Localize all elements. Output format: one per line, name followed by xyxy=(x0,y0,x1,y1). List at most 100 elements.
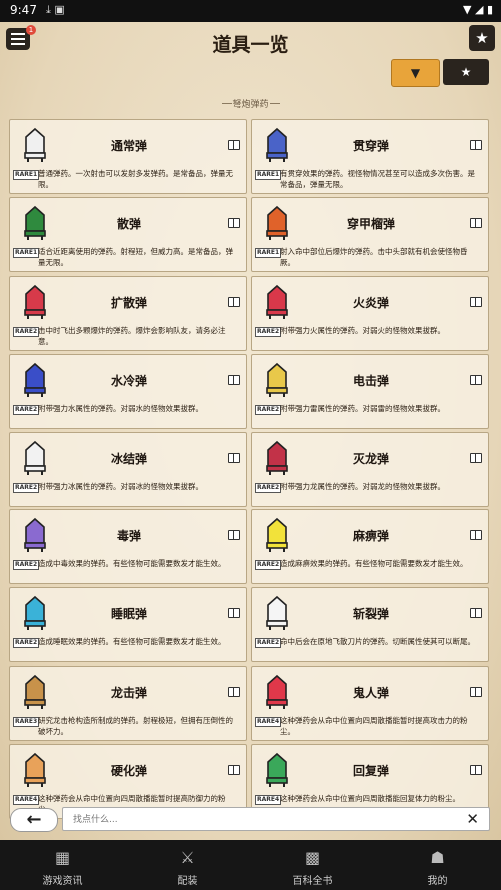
search-input[interactable] xyxy=(71,811,455,829)
item-description: 造成中毒效果的弹药。有些怪物可能需要数发才能生效。 xyxy=(38,559,226,568)
tab-label: 配装 xyxy=(177,876,198,887)
rarity-badge: RARE2 xyxy=(255,405,282,415)
bottom-tab-bar: ▦ 游戏资讯 ⚔ 配装 ▩ 百科全书 ☗ 我的 xyxy=(0,840,501,890)
book-icon[interactable] xyxy=(228,530,240,540)
favorite-filter-button[interactable]: ★ xyxy=(443,59,489,85)
section-header: 弩炮弹药 xyxy=(0,96,501,110)
item-name: 通常弹 xyxy=(110,139,147,153)
item-description: 射入命中部位后爆炸的弹药。击中头部就有机会使怪物昏厥。 xyxy=(280,247,468,267)
loadout-icon: ⚔ xyxy=(180,848,195,867)
favorites-button[interactable]: ★ xyxy=(469,25,495,51)
item-card[interactable]: 冰结弹 RARE2 附带强力冰属性的弹药。对弱冰的怪物效果拔群。 xyxy=(9,432,247,507)
book-icon[interactable] xyxy=(228,375,240,385)
divider xyxy=(270,103,280,104)
item-name: 电击弹 xyxy=(352,374,389,388)
item-description: 附带强力龙属性的弹药。对弱龙的怪物效果拔群。 xyxy=(280,482,445,491)
item-description: 普通弹药。一次射击可以发射多发弹药。是常备品，弹量无限。 xyxy=(38,169,233,189)
book-icon[interactable] xyxy=(228,453,240,463)
item-description: 命中后会在原地飞散刀片的弹药。切断属性使其可以断尾。 xyxy=(280,637,475,646)
book-icon[interactable] xyxy=(228,297,240,307)
book-icon[interactable] xyxy=(228,218,240,228)
book-icon[interactable] xyxy=(470,687,482,697)
rarity-badge: RARE2 xyxy=(13,405,40,415)
item-name: 扩散弹 xyxy=(110,296,147,310)
tab-profile[interactable]: ☗ 我的 xyxy=(375,840,500,890)
item-card[interactable]: 毒弹 RARE2 造成中毒效果的弹药。有些怪物可能需要数发才能生效。 xyxy=(9,509,247,584)
page: 1 道具一览 ★ ▼ ★ 弩炮弹药 通常弹 RARE1 普通弹药。一次射击可以发射多… xyxy=(0,22,501,840)
book-icon[interactable] xyxy=(470,297,482,307)
filter-button[interactable]: ▼ xyxy=(391,59,440,87)
page-title: 道具一览 xyxy=(212,34,289,56)
status-time: 9:47 xyxy=(10,3,37,17)
item-card[interactable]: 扩散弹 RARE2 击中时飞出多颗爆炸的弹药。爆炸会影响队友，请务必注意。 xyxy=(9,276,247,351)
section-label: 弩炮弹药 xyxy=(232,100,269,110)
item-card[interactable]: 电击弹 RARE2 附带强力雷属性的弹药。对弱雷的怪物效果拔群。 xyxy=(251,354,489,429)
item-card[interactable]: 水冷弹 RARE2 附带强力水属性的弹药。对弱水的怪物效果拔群。 xyxy=(9,354,247,429)
rarity-badge: RARE2 xyxy=(255,560,282,570)
tab-news[interactable]: ▦ 游戏资讯 xyxy=(0,840,125,890)
rarity-badge: RARE2 xyxy=(255,638,282,648)
book-icon[interactable] xyxy=(470,608,482,618)
item-card[interactable]: 睡眠弹 RARE2 造成睡眠效果的弹药。有些怪物可能需要数发才能生效。 xyxy=(9,587,247,662)
news-icon: ▦ xyxy=(54,848,71,867)
book-icon[interactable] xyxy=(470,453,482,463)
item-card[interactable]: 灭龙弹 RARE2 附带强力龙属性的弹药。对弱龙的怪物效果拔群。 xyxy=(251,432,489,507)
item-name: 贯穿弹 xyxy=(352,139,389,153)
item-card[interactable]: 斩裂弹 RARE2 命中后会在原地飞散刀片的弹药。切断属性使其可以断尾。 xyxy=(251,587,489,662)
rarity-badge: RARE2 xyxy=(255,327,282,337)
book-icon[interactable] xyxy=(470,140,482,150)
item-name: 水冷弹 xyxy=(110,374,147,388)
system-icons: ▼ ◢ ▮ xyxy=(463,3,493,16)
clear-icon[interactable]: ✕ xyxy=(466,810,479,828)
book-icon[interactable] xyxy=(228,608,240,618)
search-box[interactable]: ✕ xyxy=(62,807,490,831)
book-icon[interactable] xyxy=(470,375,482,385)
rarity-badge: RARE2 xyxy=(13,560,40,570)
tab-loadout[interactable]: ⚔ 配装 xyxy=(125,840,250,890)
book-icon[interactable] xyxy=(228,140,240,150)
rarity-badge: RARE1 xyxy=(13,170,40,180)
item-description: 研究龙击枪构造所制成的弹药。射程极短，但拥有压倒性的破坏力。 xyxy=(38,716,233,736)
rarity-badge: RARE2 xyxy=(13,483,40,493)
item-name: 火炎弹 xyxy=(352,296,389,310)
item-name: 穿甲榴弹 xyxy=(346,217,395,231)
notification-icons: ⤓ ▣ xyxy=(46,3,65,16)
item-name: 斩裂弹 xyxy=(352,607,389,621)
rarity-badge: RARE2 xyxy=(13,327,40,337)
item-card[interactable]: 龙击弹 RARE3 研究龙击枪构造所制成的弹药。射程极短，但拥有压倒性的破坏力。 xyxy=(9,666,247,741)
item-name: 硬化弹 xyxy=(110,764,147,778)
book-icon[interactable] xyxy=(470,218,482,228)
tab-label: 游戏资讯 xyxy=(42,876,83,887)
item-description: 附带强力水属性的弹药。对弱水的怪物效果拔群。 xyxy=(38,404,203,413)
item-name: 回复弹 xyxy=(352,764,389,778)
book-icon[interactable] xyxy=(470,765,482,775)
tab-encyclopedia[interactable]: ▩ 百科全书 xyxy=(250,840,375,890)
item-description: 附带强力火属性的弹药。对弱火的怪物效果拔群。 xyxy=(280,326,445,335)
item-description: 击中时飞出多颗爆炸的弹药。爆炸会影响队友，请务必注意。 xyxy=(38,326,226,346)
item-card[interactable]: 通常弹 RARE1 普通弹药。一次射击可以发射多发弹药。是常备品，弹量无限。 xyxy=(9,119,247,194)
item-card[interactable]: 穿甲榴弹 RARE1 射入命中部位后爆炸的弹药。击中头部就有机会使怪物昏厥。 xyxy=(251,197,489,272)
rarity-badge: RARE1 xyxy=(255,170,282,180)
book-icon[interactable] xyxy=(470,530,482,540)
item-card[interactable]: 鬼人弹 RARE4 这种弹药会从命中位置向四周散播能暂时提高攻击力的粉尘。 xyxy=(251,666,489,741)
item-card[interactable]: 麻痹弹 RARE2 造成麻痹效果的弹药。有些怪物可能需要数发才能生效。 xyxy=(251,509,489,584)
item-card[interactable]: 贯穿弹 RARE1 有贯穿效果的弹药。视怪物情况甚至可以造成多次伤害。是常备品，弹量… xyxy=(251,119,489,194)
item-description: 附带强力冰属性的弹药。对弱冰的怪物效果拔群。 xyxy=(38,482,203,491)
rarity-badge: RARE4 xyxy=(255,717,282,727)
book-icon[interactable] xyxy=(228,687,240,697)
item-card[interactable]: 散弹 RARE1 适合近距离使用的弹药。射程短，但威力高。是常备品，弹量无限。 xyxy=(9,197,247,272)
item-description: 适合近距离使用的弹药。射程短，但威力高。是常备品，弹量无限。 xyxy=(38,247,233,267)
search-bar: ← ✕ xyxy=(0,802,501,836)
encyclopedia-icon: ▩ xyxy=(304,848,321,867)
back-button[interactable]: ← xyxy=(10,808,58,832)
item-name: 睡眠弹 xyxy=(110,607,147,621)
book-icon[interactable] xyxy=(228,765,240,775)
rarity-badge: RARE1 xyxy=(13,248,40,258)
item-name: 麻痹弹 xyxy=(352,529,389,543)
rarity-badge: RARE2 xyxy=(13,638,40,648)
rarity-badge: RARE1 xyxy=(255,248,282,258)
item-name: 龙击弹 xyxy=(110,686,147,700)
tab-label: 百科全书 xyxy=(292,876,333,887)
item-name: 散弹 xyxy=(116,217,141,231)
item-card[interactable]: 火炎弹 RARE2 附带强力火属性的弹药。对弱火的怪物效果拔群。 xyxy=(251,276,489,351)
